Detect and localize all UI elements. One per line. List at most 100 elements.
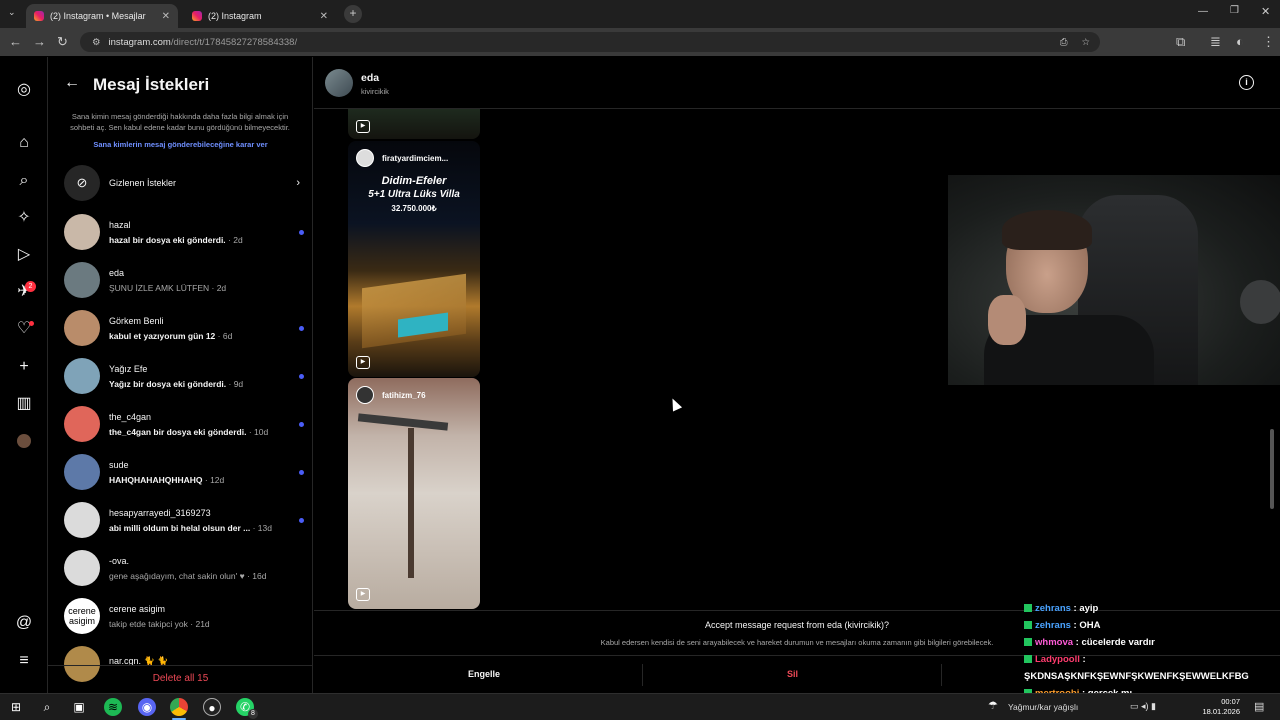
stream-chat-message: ŞKDNSAŞKNFKŞEWNFŞKWENFKŞEWWELKFBG [1024,668,1280,685]
preview-text: kabul et yazıyorum gün 12 [109,330,216,341]
task-view-icon[interactable]: ▣ [70,698,88,716]
search-icon[interactable]: ⌕ [38,698,56,716]
unread-dot [299,469,304,475]
conversation-item[interactable]: Yağız Efe Yağız bir dosya eki gönderdi. ·… [64,356,304,396]
chat-username: whmova [1035,637,1074,648]
conversation-item[interactable]: the_c4gan the_c4gan bir dosya eki gönderd… [64,404,304,444]
desk-image [357,413,449,431]
conversation-item[interactable]: -ova. gene aşağıdayım, chat sakin olun' ♥… [64,548,304,588]
delete-all-button[interactable]: Delete all 15 [48,665,313,693]
forward-icon[interactable]: → [33,34,46,49]
conversation-name: the_c4gan [109,411,152,422]
clock-date: 18.01.2026 [1202,707,1240,716]
conversation-text: sude HAHQHAHAHQHHAHQ · 12d [109,460,294,485]
weather-icon[interactable]: ☂ [988,699,998,712]
block-button[interactable]: Engelle [468,669,500,679]
address-bar[interactable]: ⚙ instagram.com/direct/t/178458272785843… [80,32,1100,52]
search-icon[interactable]: ⌕ [14,171,34,191]
conversation-preview: kabul et yazıyorum gün 12 · 6d [109,331,294,341]
avatar [64,358,100,394]
obs-icon[interactable]: ● [203,698,221,716]
conversation-preview: abi milli oldum bi helal olsun der ... ·… [109,523,294,533]
conversation-item[interactable]: eda ŞUNU İZLE AMK LÜTFEN · 2d [64,260,304,300]
conversation-name: cerene asigim [109,603,166,614]
close-window-icon[interactable]: ✕ [1261,5,1270,18]
shared-reel[interactable]: fatihizm_76 ▶ [348,378,480,609]
shared-reel-partial[interactable]: ▶ [348,109,480,139]
dashboard-icon[interactable]: ▥ [14,394,34,414]
conversation-item[interactable]: hazal hazal bir dosya eki gönderdi. · 2d [64,212,304,252]
home-icon[interactable]: ⌂ [14,133,34,153]
windows-start-icon[interactable]: ⊞ [7,698,25,716]
reels-icon[interactable]: ▷ [14,245,34,265]
unread-dot [299,325,304,331]
tab-instagram[interactable]: (2) Instagram ✕ [184,4,336,28]
install-app-icon[interactable]: ⎙ [1060,37,1068,48]
conversation-item[interactable]: hesapyarrayedi_3169273 abi milli oldum bi… [64,500,304,540]
stream-chat-message: zehrans : OHA [1024,617,1280,634]
back-icon[interactable]: ← [9,34,22,49]
maximize-icon[interactable]: ❐ [1230,5,1239,16]
unread-dot [299,517,304,523]
shared-reel[interactable]: firatyardimciem... Didim-Efeler 5+1 Ultr… [348,141,480,377]
chat-name[interactable]: eda [361,72,379,84]
tab-instagram-messages[interactable]: (2) Instagram • Mesajlar ✕ [26,4,178,28]
discord-icon[interactable]: ◉ [138,698,156,716]
info-icon[interactable]: i [1239,75,1254,90]
conversation-name: hazal [109,219,131,230]
notifications-icon[interactable]: ▤ [1254,700,1264,713]
tab-search-icon[interactable]: ⌄ [8,7,16,18]
avatar [64,502,100,538]
chat-message-text: : OHA [1073,620,1101,631]
conversation-preview: hazal bir dosya eki gönderdi. · 2d [109,235,294,245]
spotify-icon[interactable]: ≋ [104,698,122,716]
stream-chat-message: Ladypooll : [1024,651,1280,668]
instagram-favicon-icon [192,11,202,21]
site-info-icon[interactable]: ⚙ [92,37,101,48]
new-tab-button[interactable]: + [344,5,362,23]
conversation-text: hesapyarrayedi_3169273 abi milli oldum bi… [109,508,294,533]
bookmark-star-icon[interactable]: ☆ [1081,37,1090,48]
extensions-icon[interactable]: ⧉ [1176,34,1185,50]
reel-subtitle: 5+1 Ultra Lüks Villa [368,189,460,200]
profile-icon[interactable]: ◐ [1236,34,1244,49]
message-controls-link[interactable]: Sana kimlerin mesaj gönderebileceğine ka… [48,140,313,149]
minimize-icon[interactable]: — [1198,6,1208,17]
create-icon[interactable]: + [14,357,34,377]
profile-avatar[interactable] [17,434,31,448]
chat-message-text: : [1082,654,1086,665]
reel-icon: ▶ [356,588,370,601]
conversation-text: the_c4gan the_c4gan bir dosya eki gönderd… [109,412,294,437]
explore-icon[interactable]: ✧ [14,208,34,228]
system-tray-icons[interactable]: ▭ ◂) ▮ [1130,701,1156,712]
hidden-requests-row[interactable]: ⊘ Gizlenen İstekler › [64,165,300,201]
scrollbar-thumb[interactable] [1270,429,1274,509]
conversation-item[interactable]: cerene asigim cerene asigim takip etde tak… [64,596,304,636]
messages-badge: 2 [25,281,36,292]
preview-time: · 9d [228,378,244,389]
conversation-preview: the_c4gan bir dosya eki gönderdi. · 10d [109,427,294,437]
threads-icon[interactable]: @ [14,613,34,633]
reel-author-avatar [356,149,374,167]
instagram-favicon-icon [34,11,44,21]
back-arrow-icon[interactable]: ← [64,74,80,92]
conversation-item[interactable]: Görkem Benli kabul et yazıyorum gün 12 · … [64,308,304,348]
taskbar-clock[interactable]: 00:07 18.01.2026 [1202,697,1240,717]
reel-author: fatihizm_76 [356,386,426,404]
preview-text: hazal bir dosya eki gönderdi. [109,234,226,245]
close-tab-icon[interactable]: ✕ [320,11,328,22]
close-tab-icon[interactable]: ✕ [162,11,170,22]
tab-label: (2) Instagram [208,11,262,21]
preview-time: · 16d [247,570,267,581]
preview-text: takip etde takipci yok [109,618,188,629]
reading-list-icon[interactable]: ≣ [1210,34,1221,50]
instagram-logo-icon[interactable]: ◎ [14,80,34,100]
reload-icon[interactable]: ↻ [57,34,68,50]
chrome-icon[interactable] [170,698,188,716]
avatar[interactable] [325,69,353,97]
menu-icon[interactable]: ⋮ [1262,34,1275,50]
weather-text[interactable]: Yağmur/kar yağışlı [1008,702,1078,712]
delete-button[interactable]: Sil [787,669,798,679]
conversation-item[interactable]: sude HAHQHAHAHQHHAHQ · 12d [64,452,304,492]
more-menu-icon[interactable]: ≡ [14,651,34,671]
